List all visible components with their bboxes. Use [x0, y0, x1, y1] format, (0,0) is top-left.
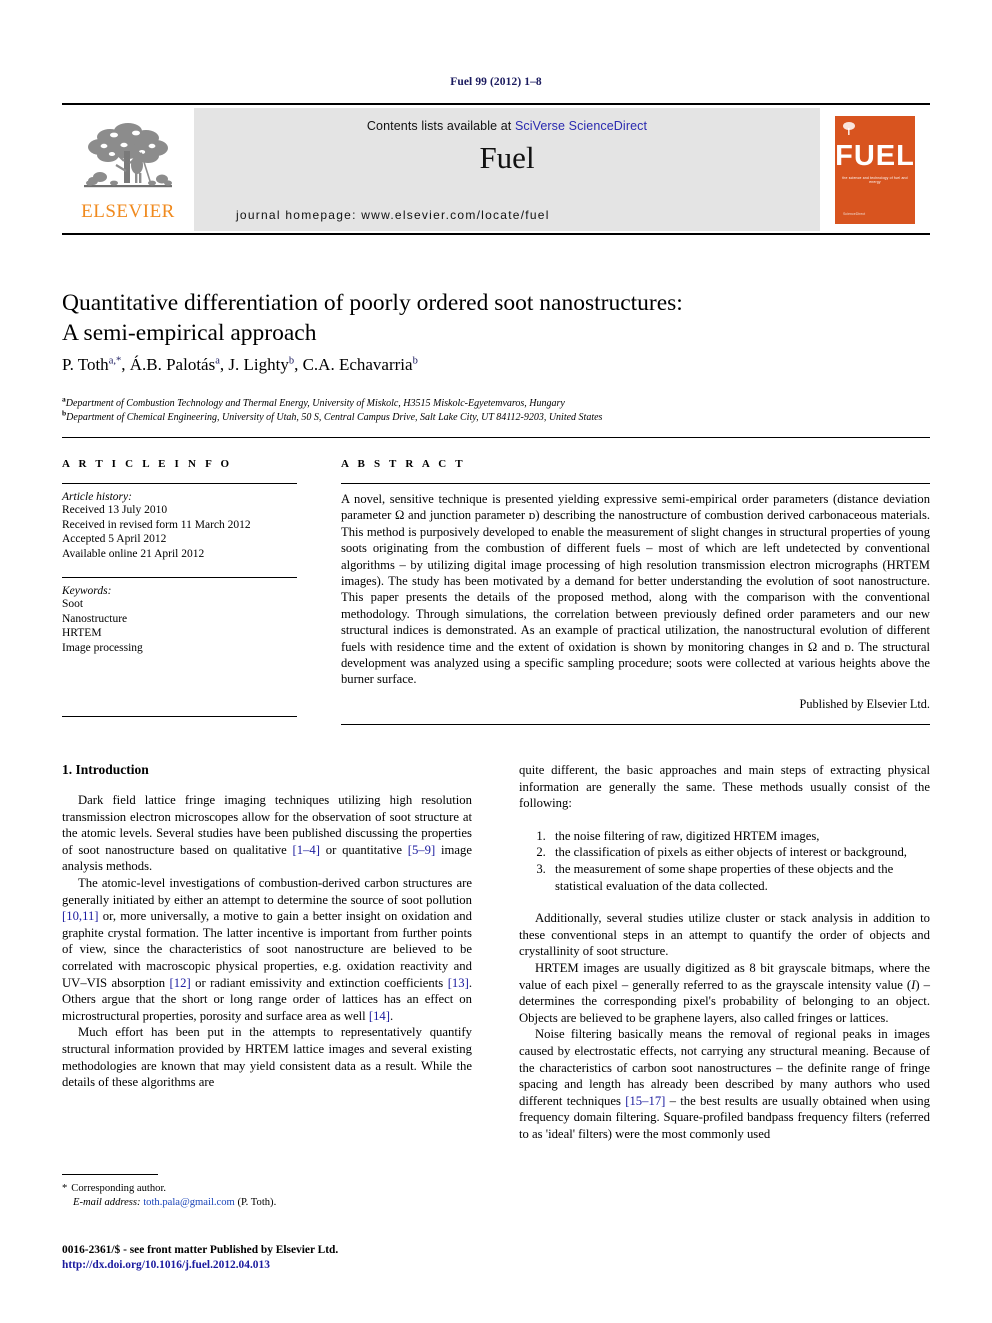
contents-prefix: Contents lists available at [366, 119, 515, 133]
running-head: Fuel 99 (2012) 1–8 [450, 76, 542, 88]
divider-abstract [341, 483, 930, 484]
history-online: Available online 21 April 2012 [62, 547, 205, 560]
email-label: E-mail address: [73, 1197, 141, 1208]
section-heading-introduction: 1. Introduction [62, 762, 149, 777]
paragraph-right-3: HRTEM images are usually digitized as 8 … [519, 960, 930, 1025]
elsevier-wordmark: ELSEVIER [81, 200, 175, 222]
abstract-text: A novel, sensitive technique is presente… [341, 492, 930, 687]
divider-abstract-bottom [341, 724, 930, 725]
corresponding-author-label: Corresponding author. [71, 1183, 167, 1194]
keyword-soot: Soot [62, 598, 84, 610]
author-2-sup: a [215, 355, 220, 367]
title-line-1: Quantitative differentiation of poorly o… [62, 290, 683, 316]
body-column-left: 1. Introduction Dark field lattice fring… [62, 762, 472, 1091]
published-by: Published by Elsevier Ltd. [799, 696, 930, 711]
citation-12[interactable]: [12] [170, 976, 191, 990]
email-owner: (P. Toth). [237, 1197, 277, 1208]
masthead-center: Contents lists available at SciVerse Sci… [194, 108, 820, 231]
journal-title: Fuel [479, 140, 535, 175]
divider-article-info [62, 483, 297, 484]
methods-steps-list: the noise filtering of raw, digitized HR… [519, 828, 930, 894]
keyword-nanostructure: Nanostructure [62, 612, 128, 625]
history-received: Received 13 July 2010 [62, 504, 168, 516]
elsevier-logo: ELSEVIER [62, 105, 194, 234]
journal-masthead: ELSEVIER Contents lists available at Sci… [62, 103, 930, 235]
cover-elsevier-icon [843, 121, 855, 135]
keywords-title: Keywords: [62, 585, 112, 597]
abstract-column: A B S T R A C T A novel, sensitive techn… [341, 458, 930, 712]
author-2[interactable]: Á.B. Palotása [130, 355, 220, 374]
article-info-label: A R T I C L E I N F O [62, 458, 233, 470]
cover-footer: ScienceDirect [843, 211, 866, 216]
author-4-sup: b [412, 355, 418, 367]
cover-title: FUEL [835, 139, 915, 172]
history-revised: Received in revised form 11 March 2012 [62, 518, 251, 531]
corresponding-author-line: * Corresponding author. [62, 1182, 472, 1196]
affiliation-b: bDepartment of Chemical Engineering, Uni… [62, 408, 603, 423]
author-4[interactable]: C.A. Echavarriab [303, 355, 418, 374]
corresponding-author-footnote: * Corresponding author. E-mail address: t… [62, 1182, 472, 1210]
history-accepted: Accepted 5 April 2012 [62, 533, 167, 545]
journal-cover-thumbnail: FUEL the science and technology of fuel … [835, 115, 915, 224]
paragraph-right-1: quite different, the basic approaches an… [519, 763, 930, 811]
footnote-divider [62, 1174, 158, 1175]
paragraph-intro-1: Dark field lattice fringe imaging techni… [62, 793, 472, 874]
issn-copyright-block: 0016-2361/$ - see front matter Published… [62, 1243, 532, 1273]
asterisk-marker: * [62, 1183, 68, 1194]
paragraph-intro-3: Much effort has been put in the attempts… [62, 1025, 472, 1090]
author-3[interactable]: J. Lightyb [228, 355, 294, 374]
author-1-sup: a,* [108, 355, 122, 367]
divider-keywords [62, 577, 297, 578]
divider-under-affiliations [62, 437, 930, 438]
paragraph-right-4: Noise filtering basically means the remo… [519, 1027, 930, 1141]
list-item: the measurement of some shape properties… [549, 861, 930, 894]
abstract-label: A B S T R A C T [341, 458, 466, 470]
elsevier-tree-icon [84, 122, 172, 187]
affiliation-list: aDepartment of Combustion Technology and… [62, 394, 892, 424]
email-link[interactable]: toth.pala@gmail.com [143, 1197, 235, 1208]
keyword-hrtem: HRTEM [62, 627, 102, 639]
cover-subtitle: the science and technology of fuel and e… [842, 175, 908, 184]
title-line-2: A semi-empirical approach [62, 320, 317, 346]
sciencedirect-link[interactable]: SciVerse ScienceDirect [515, 119, 647, 133]
page-title: Quantitative differentiation of poorly o… [62, 288, 862, 348]
citation-14[interactable]: [14] [369, 1009, 390, 1023]
issn-line: 0016-2361/$ - see front matter Published… [62, 1244, 339, 1256]
article-history-title: Article history: [62, 491, 132, 503]
journal-homepage[interactable]: journal homepage: www.elsevier.com/locat… [236, 208, 550, 222]
affiliation-a: aDepartment of Combustion Technology and… [62, 394, 565, 409]
citation-5-9[interactable]: [5–9] [408, 843, 435, 857]
keyword-image-processing: Image processing [62, 641, 143, 654]
paper-page: Fuel 99 (2012) 1–8 ELSEVIER Contents lis… [0, 0, 992, 1323]
citation-1-4[interactable]: [1–4] [292, 843, 319, 857]
citation-15-17[interactable]: [15–17] [625, 1094, 665, 1108]
divider-article-info-bottom [62, 716, 297, 717]
doi-link[interactable]: http://dx.doi.org/10.1016/j.fuel.2012.04… [62, 1258, 532, 1273]
contents-available-line: Contents lists available at SciVerse Sci… [367, 119, 647, 133]
list-item: the noise filtering of raw, digitized HR… [549, 828, 930, 845]
paragraph-intro-2: The atomic-level investigations of combu… [62, 875, 472, 1023]
article-info-column: A R T I C L E I N F O Article history: R… [62, 458, 297, 655]
author-list: P. Totha,*, Á.B. Palotása, J. Lightyb, C… [62, 355, 418, 374]
author-1[interactable]: P. Totha,* [62, 355, 121, 374]
email-line: E-mail address: toth.pala@gmail.com (P. … [62, 1196, 472, 1210]
citation-10-11[interactable]: [10,11] [62, 909, 99, 923]
body-column-right: quite different, the basic approaches an… [519, 762, 930, 1142]
list-item: the classification of pixels as either o… [549, 844, 930, 861]
journal-cover-block: FUEL the science and technology of fuel … [820, 105, 930, 234]
paragraph-right-2: Additionally, several studies utilize cl… [519, 911, 930, 959]
author-3-sup: b [288, 355, 295, 367]
citation-13[interactable]: [13] [448, 976, 469, 990]
